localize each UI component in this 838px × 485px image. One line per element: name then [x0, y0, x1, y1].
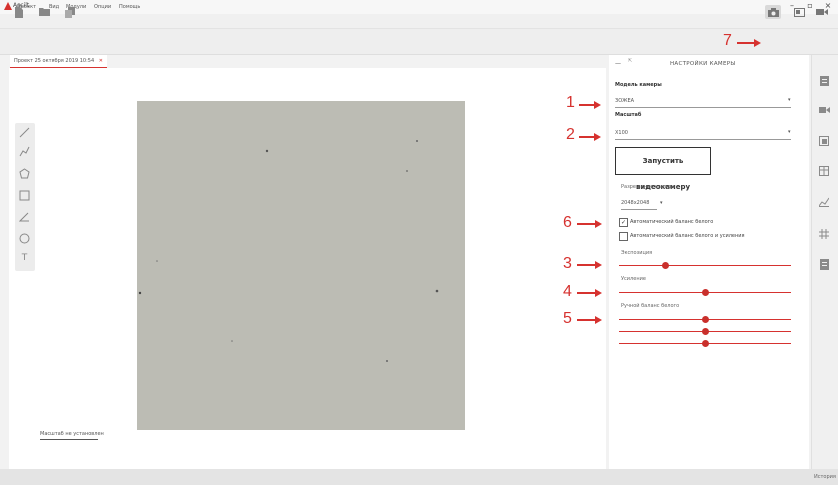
hash-icon[interactable] — [818, 228, 830, 240]
table-icon[interactable] — [818, 165, 830, 177]
tab-project[interactable]: Проект 25 октября 2019 10:54 ✕ — [10, 55, 107, 68]
checkmark-icon: ✓ — [620, 219, 627, 226]
annotation-5: 5 — [563, 310, 572, 327]
annotation-4-arrow-shaft — [577, 292, 597, 294]
auto-white-balance-checkbox[interactable]: ✓ — [619, 218, 628, 227]
scale-chevron-down-icon[interactable]: ▾ — [788, 129, 791, 135]
history-link[interactable]: История — [814, 474, 836, 480]
camera-model-select[interactable]: ЗОЖЕА — [615, 95, 791, 108]
menu-item-options[interactable]: Опции — [94, 2, 111, 12]
auto-white-balance-gain-label: Автоматический баланс белого и усиления — [630, 233, 745, 239]
circle-tool-icon[interactable] — [18, 232, 31, 245]
micrograph-image — [137, 101, 465, 430]
rectangle-tool-icon[interactable] — [18, 189, 31, 202]
text-tool-icon[interactable]: T — [18, 251, 31, 264]
pin-panel-icon[interactable]: ⇱ — [628, 58, 632, 64]
resolution-value: 2048x2048 — [621, 200, 650, 206]
gain-slider-thumb[interactable] — [701, 289, 709, 296]
scale-bar — [40, 439, 98, 440]
annotation-1: 1 — [566, 94, 575, 111]
annotation-6: 6 — [563, 214, 572, 231]
annotation-5-arrowhead — [595, 316, 602, 324]
start-camera-button[interactable]: Запустить видеокамеру — [615, 147, 711, 191]
manual-white-balance-label: Ручной баланс белого — [621, 303, 680, 309]
scale-status: Масштаб не установлен — [40, 431, 104, 437]
polygon-tool-icon[interactable] — [18, 167, 31, 180]
specimen-texture — [137, 101, 465, 430]
scale-label: Масштаб — [615, 112, 642, 118]
report-icon[interactable] — [818, 258, 830, 270]
menu-bar — [0, 14, 838, 29]
exposure-slider-track[interactable] — [619, 265, 791, 266]
annotation-2: 2 — [566, 126, 575, 143]
angle-tool-icon[interactable] — [18, 210, 31, 223]
white-balance-blue-slider-thumb[interactable] — [701, 340, 709, 347]
line-tool-icon[interactable] — [18, 126, 31, 139]
exposure-slider-thumb[interactable] — [661, 262, 669, 269]
copy-icon[interactable] — [63, 5, 77, 19]
exposure-label: Экспозиция — [621, 250, 653, 256]
resolution-label: Разрешение камеры — [621, 184, 675, 190]
annotation-1-arrowhead — [594, 101, 601, 109]
panel-title: НАСТРОЙКИ КАМЕРЫ — [670, 61, 736, 67]
chart-icon[interactable] — [818, 196, 830, 208]
gain-label: Усиление — [621, 276, 646, 282]
resolution-chevron-down-icon[interactable]: ▾ — [660, 200, 663, 206]
status-bar — [0, 469, 838, 485]
annotation-2-arrowhead — [594, 133, 601, 141]
module-1-icon[interactable] — [818, 75, 830, 87]
annotation-4-arrowhead — [595, 289, 602, 297]
camera-model-label: Модель камеры — [615, 82, 662, 88]
resolution-select[interactable]: 2048x2048 — [621, 198, 657, 210]
close-tab-icon[interactable]: ✕ — [99, 58, 103, 64]
video-camera-icon[interactable] — [814, 5, 830, 19]
camera-icon[interactable] — [765, 5, 781, 19]
app-logo-icon — [4, 2, 12, 10]
annotation-3: 3 — [563, 255, 572, 272]
tab-label: Проект 25 октября 2019 10:54 — [14, 58, 95, 64]
annotation-3-arrowhead — [595, 261, 602, 269]
auto-white-balance-gain-checkbox[interactable] — [619, 232, 628, 241]
scale-value: Х100 — [615, 130, 628, 136]
open-folder-icon[interactable] — [38, 5, 52, 19]
annotation-4: 4 — [563, 283, 572, 300]
annotation-5-arrow-shaft — [577, 319, 597, 321]
image-window-icon[interactable] — [791, 5, 807, 19]
camera-model-chevron-down-icon[interactable]: ▾ — [788, 97, 791, 103]
new-file-icon[interactable] — [12, 5, 26, 19]
gallery-icon[interactable] — [818, 135, 830, 147]
auto-white-balance-label: Автоматический баланс белого — [630, 219, 714, 225]
polyline-tool-icon[interactable] — [18, 145, 31, 158]
camera-module-icon[interactable] — [818, 104, 830, 116]
annotation-3-arrow-shaft — [577, 264, 597, 266]
annotation-6-arrowhead — [595, 220, 602, 228]
white-balance-green-slider-thumb[interactable] — [701, 328, 709, 335]
collapse-panel-icon[interactable]: — — [615, 60, 621, 67]
annotation-7: 7 — [723, 32, 732, 49]
annotation-7-arrowhead — [754, 39, 761, 47]
white-balance-red-slider-thumb[interactable] — [701, 316, 709, 323]
annotation-6-arrow-shaft — [577, 223, 597, 225]
menu-item-help[interactable]: Помощь — [119, 2, 140, 12]
scale-select[interactable]: Х100 — [615, 127, 791, 140]
toolbar — [0, 29, 838, 55]
camera-model-value: ЗОЖЕА — [615, 98, 635, 104]
